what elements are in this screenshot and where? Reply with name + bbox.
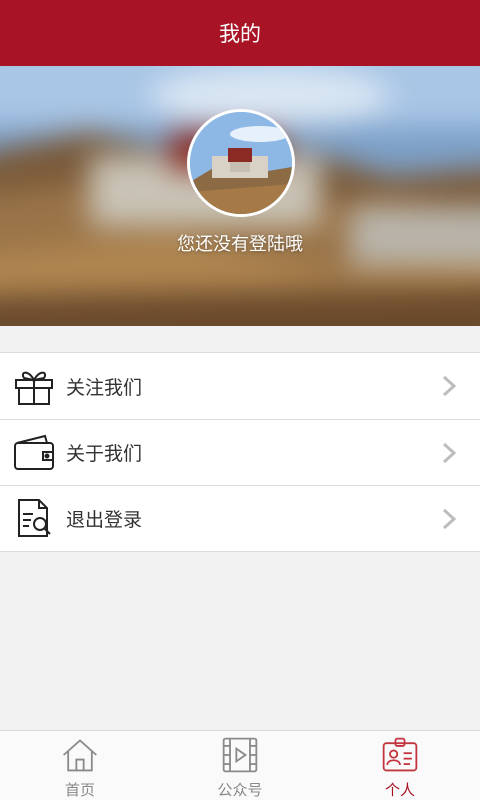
bottom-tab-bar: 首页 公众号 个人 [0, 730, 480, 800]
wallet-icon [10, 429, 58, 477]
tab-personal[interactable]: 个人 [320, 731, 480, 800]
avatar[interactable] [187, 109, 295, 217]
tab-label: 个人 [384, 781, 415, 799]
chevron-right-icon [442, 508, 457, 529]
menu-item-follow-us[interactable]: 关注我们 [0, 353, 480, 419]
tab-label: 首页 [64, 781, 95, 799]
login-status-text[interactable]: 您还没有登陆哦 [0, 230, 480, 256]
gift-icon [10, 362, 58, 410]
menu-item-logout[interactable]: 退出登录 [0, 485, 480, 551]
document-search-icon [10, 495, 58, 543]
tab-home[interactable]: 首页 [0, 731, 160, 800]
page-title: 我的 [219, 22, 261, 46]
menu-item-label: 退出登录 [66, 509, 143, 531]
chevron-right-icon [442, 375, 457, 397]
menu-list: 关注我们 关于我们 退出登录 [0, 352, 480, 552]
id-card-icon [382, 737, 418, 772]
top-bar: 我的 [0, 0, 480, 66]
menu-item-label: 关于我们 [66, 443, 143, 465]
profile-banner: 您还没有登陆哦 [0, 66, 480, 326]
menu-item-about-us[interactable]: 关于我们 [0, 419, 480, 485]
video-icon [222, 737, 258, 773]
chevron-right-icon [442, 442, 457, 463]
menu-item-label: 关注我们 [66, 376, 143, 399]
tab-label: 公众号 [217, 781, 263, 799]
tab-official-account[interactable]: 公众号 [160, 731, 320, 800]
home-icon [63, 739, 97, 772]
